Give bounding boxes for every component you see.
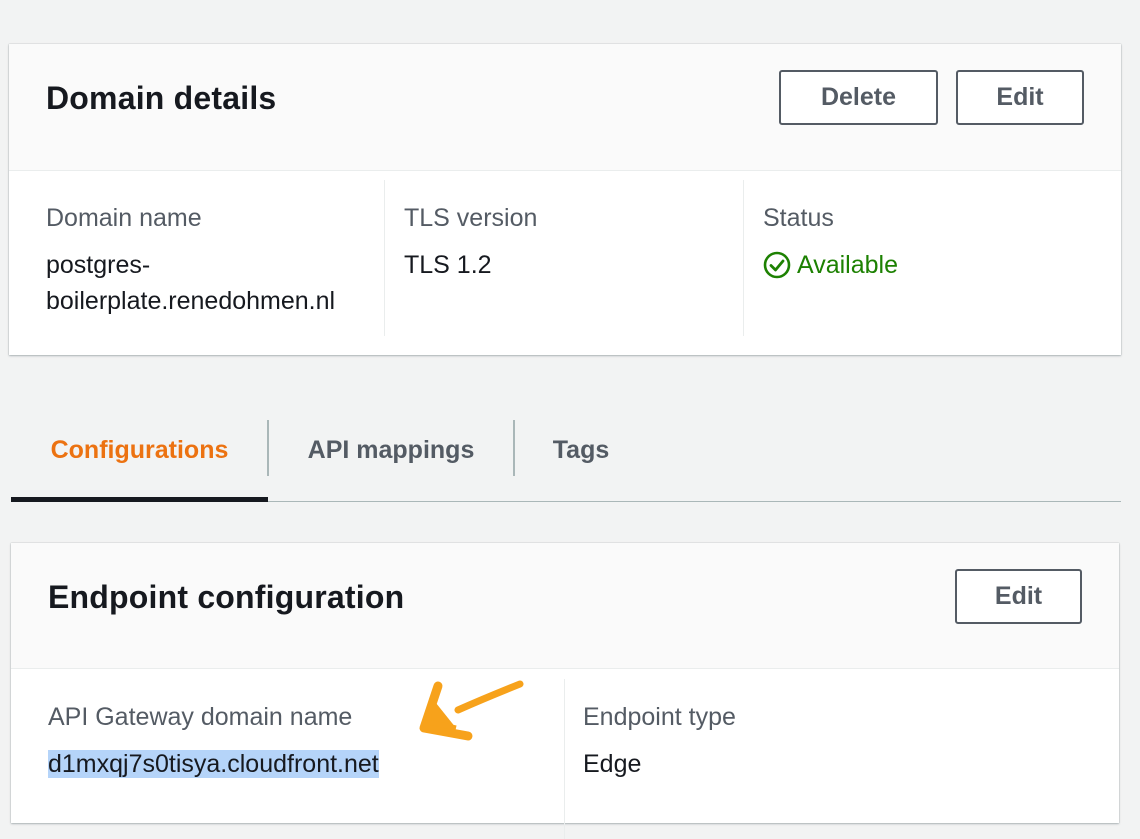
edit-domain-button[interactable]: Edit [956, 70, 1084, 125]
status-badge: Available [763, 247, 1083, 283]
tab-api-mappings[interactable]: API mappings [269, 420, 513, 480]
endpoint-type-label: Endpoint type [583, 703, 736, 731]
domain-details-header: Domain details Delete Edit [9, 44, 1121, 171]
endpoint-configuration-panel: Endpoint configuration Edit API Gateway … [11, 543, 1119, 839]
endpoint-type-value: Edge [583, 750, 642, 778]
edit-endpoint-button[interactable]: Edit [955, 569, 1082, 624]
status-field: Status Available [763, 200, 1083, 283]
check-circle-icon [763, 251, 791, 279]
domain-details-panel: Domain details Delete Edit Domain name p… [9, 44, 1121, 355]
selected-text: d1mxqj7s0tisya.cloudfront.net [48, 750, 379, 778]
endpoint-type-field: Endpoint type Edge [583, 699, 983, 782]
tab-configurations[interactable]: Configurations [11, 420, 268, 480]
endpoint-configuration-title: Endpoint configuration [48, 579, 405, 615]
column-divider [564, 679, 565, 839]
domain-name-value-line2: boilerplate.renedohmen.nl [46, 287, 336, 315]
column-divider [743, 180, 744, 336]
active-tab-indicator [11, 497, 268, 502]
column-divider [384, 180, 385, 336]
status-value: Available [797, 251, 899, 279]
domain-name-value: postgres- boilerplate.renedohmen.nl [46, 247, 376, 319]
domain-name-label: Domain name [46, 204, 202, 232]
tls-version-field: TLS version TLS 1.2 [404, 200, 724, 283]
domain-name-field: Domain name postgres- boilerplate.renedo… [46, 200, 376, 319]
delete-button[interactable]: Delete [779, 70, 938, 125]
hand-drawn-arrow-icon [419, 680, 524, 741]
tls-version-label: TLS version [404, 204, 538, 232]
domain-details-title: Domain details [46, 80, 277, 116]
api-gateway-domain-value[interactable]: d1mxqj7s0tisya.cloudfront.net [48, 746, 548, 782]
endpoint-configuration-header: Endpoint configuration Edit [11, 543, 1119, 669]
tab-tags[interactable]: Tags [515, 420, 647, 480]
tls-version-value: TLS 1.2 [404, 251, 492, 279]
status-label: Status [763, 204, 834, 232]
domain-name-value-line1: postgres- [46, 251, 151, 279]
